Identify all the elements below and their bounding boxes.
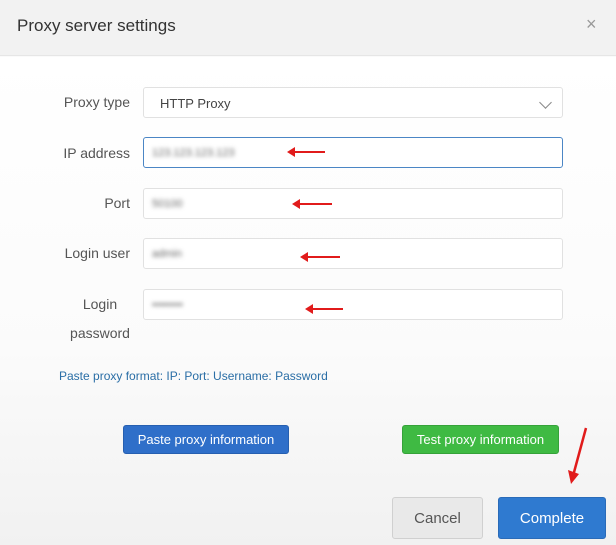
annotation-arrow-icon (568, 427, 588, 484)
ip-address-value: 123.123.123.123 (152, 147, 235, 159)
port-value: 50100 (152, 198, 183, 210)
dialog-header: Proxy server settings × (0, 0, 616, 56)
login-password-label: Login password (65, 290, 135, 348)
proxy-type-select[interactable]: HTTP Proxy (143, 87, 563, 118)
port-input[interactable]: 50100 (143, 188, 563, 219)
login-password-label-line2: password (70, 325, 130, 341)
paste-format-hint: Paste proxy format: IP: Port: Username: … (59, 369, 328, 383)
paste-proxy-button[interactable]: Paste proxy information (123, 425, 289, 454)
annotation-arrow-icon (305, 304, 343, 314)
ip-address-label: IP address (63, 145, 130, 161)
proxy-type-value: HTTP Proxy (160, 96, 231, 111)
proxy-type-label: Proxy type (63, 94, 130, 110)
chevron-down-icon (539, 96, 552, 109)
dialog-title: Proxy server settings (17, 16, 176, 35)
annotation-arrow-icon (287, 147, 325, 157)
login-password-value: •••••••• (152, 299, 183, 311)
annotation-arrow-icon (300, 252, 340, 262)
login-user-input[interactable]: admin (143, 238, 563, 269)
login-user-label: Login user (64, 245, 130, 261)
complete-button[interactable]: Complete (498, 497, 606, 539)
test-proxy-button[interactable]: Test proxy information (402, 425, 559, 454)
proxy-settings-dialog: Proxy server settings × Proxy type HTTP … (0, 0, 616, 545)
annotation-arrow-icon (292, 199, 332, 209)
login-password-input[interactable]: •••••••• (143, 289, 563, 320)
port-label: Port (104, 195, 130, 211)
login-password-label-line1: Login (82, 296, 118, 312)
login-user-value: admin (152, 248, 182, 260)
cancel-button[interactable]: Cancel (392, 497, 483, 539)
close-icon[interactable]: × (586, 12, 597, 36)
ip-address-input[interactable]: 123.123.123.123 (143, 137, 563, 168)
